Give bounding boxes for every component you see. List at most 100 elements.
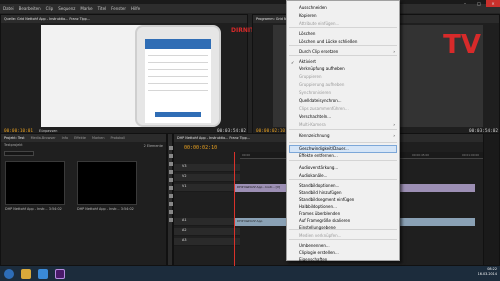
- minimize-button[interactable]: –: [458, 0, 472, 7]
- menu-separator: [289, 45, 397, 46]
- menu-bearbeiten[interactable]: Bearbeiten: [19, 6, 41, 11]
- ruler-tick: 00:00: [242, 153, 251, 157]
- tab-source[interactable]: Quelle: Grid Nettohf App - Instruktio...…: [4, 17, 90, 21]
- source-preview: DIRNITV: [41, 25, 259, 127]
- playhead[interactable]: [234, 152, 235, 267]
- menu-item[interactable]: Kopieren: [299, 12, 317, 19]
- menu-item[interactable]: Geschwindigkeit/Dauer...: [299, 145, 349, 152]
- menu-item[interactable]: Ausschneiden: [299, 4, 327, 11]
- app-row: [148, 51, 208, 56]
- menu-hilfe[interactable]: Hilfe: [131, 6, 140, 11]
- taskbar: [0, 266, 500, 281]
- menu-item[interactable]: Kennzeichnung: [299, 132, 330, 139]
- menu-marke[interactable]: Marke: [80, 6, 92, 11]
- tab-markers[interactable]: Marken: [92, 136, 104, 140]
- menu-sequenz[interactable]: Sequenz: [58, 6, 75, 11]
- menu-item[interactable]: Frames überblenden: [299, 210, 340, 217]
- tab-project[interactable]: Projekt: Test: [4, 136, 25, 140]
- menu-item[interactable]: Gruppierung aufheben: [299, 81, 344, 88]
- phone-screen: [145, 39, 211, 123]
- menu-item[interactable]: Umbenennen...: [299, 242, 330, 249]
- track-header-v2[interactable]: V2: [174, 174, 240, 182]
- menu-separator: [289, 55, 397, 56]
- track-header-v3[interactable]: V3: [174, 164, 240, 172]
- menu-separator: [289, 179, 397, 180]
- menu-item[interactable]: Audiokanäle...: [299, 172, 327, 179]
- menu-item[interactable]: Löschen und Lücke schließen: [299, 38, 357, 45]
- premiere-icon[interactable]: [55, 268, 65, 279]
- menu-item[interactable]: Medien verknüpfen...: [299, 232, 341, 239]
- audio-meter: [483, 133, 500, 266]
- menu-clip[interactable]: Clip: [46, 6, 54, 11]
- menu-item[interactable]: Clips zusammenführen...: [299, 105, 349, 112]
- clip-thumbnail[interactable]: [5, 161, 65, 205]
- track-header-a1[interactable]: A1: [174, 218, 240, 226]
- app-row: [148, 79, 208, 84]
- track-label: V3: [182, 164, 187, 168]
- menu-item[interactable]: Verschachteln...: [299, 113, 331, 120]
- menu-separator: [289, 160, 397, 161]
- track-header-a2[interactable]: A2: [174, 228, 240, 236]
- menu-titel[interactable]: Titel: [98, 6, 107, 11]
- project-file-name: Testprojekt: [4, 143, 23, 147]
- explorer-icon[interactable]: [21, 268, 31, 279]
- clock-date: 16.03.2014: [477, 272, 497, 276]
- menu-datei[interactable]: Datei: [3, 6, 14, 11]
- menu-item[interactable]: Standbildoptionen...: [299, 182, 339, 189]
- check-icon: ✓: [291, 60, 295, 65]
- tab-effects[interactable]: Effekte: [74, 136, 86, 140]
- item-count: 2 Elemente: [143, 144, 163, 148]
- menu-item[interactable]: Durch Clip ersetzen: [299, 48, 338, 55]
- clock: 08:22 16.03.2014: [478, 267, 497, 277]
- menu-item[interactable]: Audioverstärkung...: [299, 164, 338, 171]
- menu-item[interactable]: Löschen: [299, 30, 315, 37]
- search-input[interactable]: [4, 151, 34, 156]
- maximize-button[interactable]: □: [472, 0, 486, 7]
- tab-info[interactable]: Info: [62, 136, 68, 140]
- tab-history[interactable]: Protokoll: [111, 136, 126, 140]
- submenu-arrow-icon: ›: [393, 133, 395, 138]
- menu-item[interactable]: Quelldateisynchron...: [299, 97, 342, 104]
- submenu-arrow-icon: ›: [393, 49, 395, 54]
- menu-item[interactable]: Aktiviert: [299, 58, 316, 65]
- menu-item[interactable]: Cliplogie erstellen...: [299, 249, 339, 256]
- menu-item[interactable]: Standbildsegment einfügen: [299, 196, 354, 203]
- menu-item[interactable]: Attribute einfügen...: [299, 20, 339, 27]
- app-header: [145, 39, 211, 49]
- tab-media-browser[interactable]: Media-Browser: [31, 136, 56, 140]
- menu-item[interactable]: Eigenschaften: [299, 256, 327, 263]
- menu-item[interactable]: Verknüpfung aufheben: [299, 65, 345, 72]
- tab-sequence[interactable]: DHP Nettohf App - Instruktio... Franz Ti…: [177, 136, 250, 140]
- menu-item[interactable]: Einstellungsebene: [299, 224, 336, 231]
- menu-item[interactable]: Gruppieren: [299, 73, 321, 80]
- menu-item[interactable]: Effekte entfernen...: [299, 152, 338, 159]
- menu-separator: [289, 129, 397, 130]
- menu-fenster[interactable]: Fenster: [111, 6, 126, 11]
- ie-icon[interactable]: [38, 268, 48, 279]
- menu-bar: Datei Bearbeiten Clip Sequenz Marke Tite…: [0, 4, 500, 13]
- close-button[interactable]: ✕: [486, 0, 500, 7]
- start-icon[interactable]: [4, 268, 14, 279]
- menu-separator: [289, 239, 397, 240]
- clip-caption: DHP Nettohf App - Instr... 3:54:02: [77, 207, 134, 211]
- phone-image: [135, 25, 221, 127]
- menu-item[interactable]: Auf Framegröße skalieren: [299, 217, 350, 224]
- menu-separator: [289, 27, 397, 28]
- track-header-a3[interactable]: A3: [174, 238, 240, 246]
- menu-item[interactable]: Halbbildoptionen...: [299, 203, 337, 210]
- clip-thumbnail[interactable]: [77, 161, 137, 205]
- timeline-timecode[interactable]: 00:00:02:10: [184, 145, 217, 151]
- track-label: A1: [182, 218, 187, 222]
- app-row: [148, 58, 208, 63]
- track-label: V1: [182, 184, 187, 188]
- track-header-v1[interactable]: V1: [174, 184, 240, 192]
- app-row: [148, 65, 208, 70]
- app-row: [148, 86, 208, 91]
- project-panel: Projekt: Test Media-Browser Info Effekte…: [0, 133, 167, 266]
- menu-item[interactable]: Synchronisieren: [299, 89, 331, 96]
- menu-item[interactable]: Standbild hinzufügen: [299, 189, 342, 196]
- track-label: A2: [182, 228, 187, 232]
- ruler-tick: 00:00:45:00: [412, 153, 430, 157]
- menu-item[interactable]: Multi-Kamera: [299, 121, 326, 128]
- track-label: V2: [182, 174, 187, 178]
